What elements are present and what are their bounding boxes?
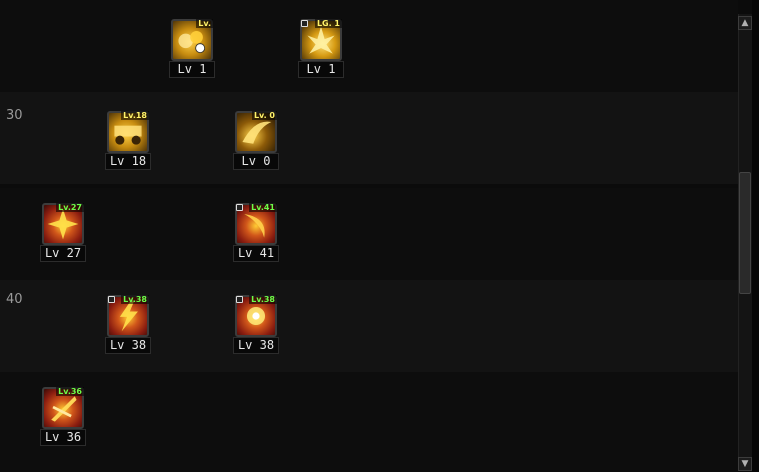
skill-level-badge: Lv.36 [56,387,84,396]
skill-level-badge: Lv.27 [56,203,84,212]
skill-level-badge: Lv.38 [121,295,149,304]
window-edge [752,0,759,472]
row-level-label: 40 [6,292,23,307]
skill-slot[interactable]: Lv.27 ! H Lv 27 [40,201,86,263]
skill-level-badge: Lv.41 [249,203,277,212]
skill-slot[interactable]: LG. 1 ! Lv 1 [298,17,344,79]
skill-row [0,188,738,280]
skill-row [0,372,738,472]
skill-slot[interactable]: Lv.36 ! W Lv 36 [40,385,86,447]
skill-slot[interactable]: Lv.18 Lv 18 [105,109,151,171]
skill-level-badge: Lv. [196,19,213,28]
skill-slot[interactable]: Lv.38 ! A Lv 38 [105,293,151,355]
lock-icon [301,20,308,27]
skill-level-badge: Lv.38 [249,295,277,304]
skill-slot[interactable]: Lv. 0 Lv 0 [233,109,279,171]
skill-level-label: Lv 36 [40,429,86,446]
scrollbar-thumb[interactable] [739,172,751,294]
skill-row [0,0,738,92]
scroll-down-button[interactable]: ▼ [738,457,752,471]
skill-level-label: Lv 38 [105,337,151,354]
skill-slot[interactable]: Lv. Lv 1 [169,17,215,79]
skill-level-label: Lv 1 [298,61,344,78]
skill-level-label: Lv 38 [233,337,279,354]
scroll-up-button[interactable]: ▲ [738,16,752,30]
lock-icon [236,204,243,211]
skill-level-label: Lv 1 [169,61,215,78]
skill-level-label: Lv 18 [105,153,151,170]
skill-level-label: Lv 0 [233,153,279,170]
lock-icon [108,296,115,303]
skill-slot[interactable]: Lv.41 ! D Lv 41 [233,201,279,263]
skill-level-label: Lv 41 [233,245,279,262]
skill-slot[interactable]: Lv.38 ! Q Lv 38 [233,293,279,355]
skill-tree-panel: 30 40 Lv. Lv 1 LG. 1 ! Lv 1 Lv.18 Lv 18 … [0,0,738,472]
skill-level-label: Lv 27 [40,245,86,262]
row-level-label: 30 [6,108,23,123]
skill-level-badge: LG. 1 [314,19,342,28]
skill-level-badge: Lv. 0 [251,111,277,120]
lock-icon [236,296,243,303]
skill-level-badge: Lv.18 [121,111,149,120]
